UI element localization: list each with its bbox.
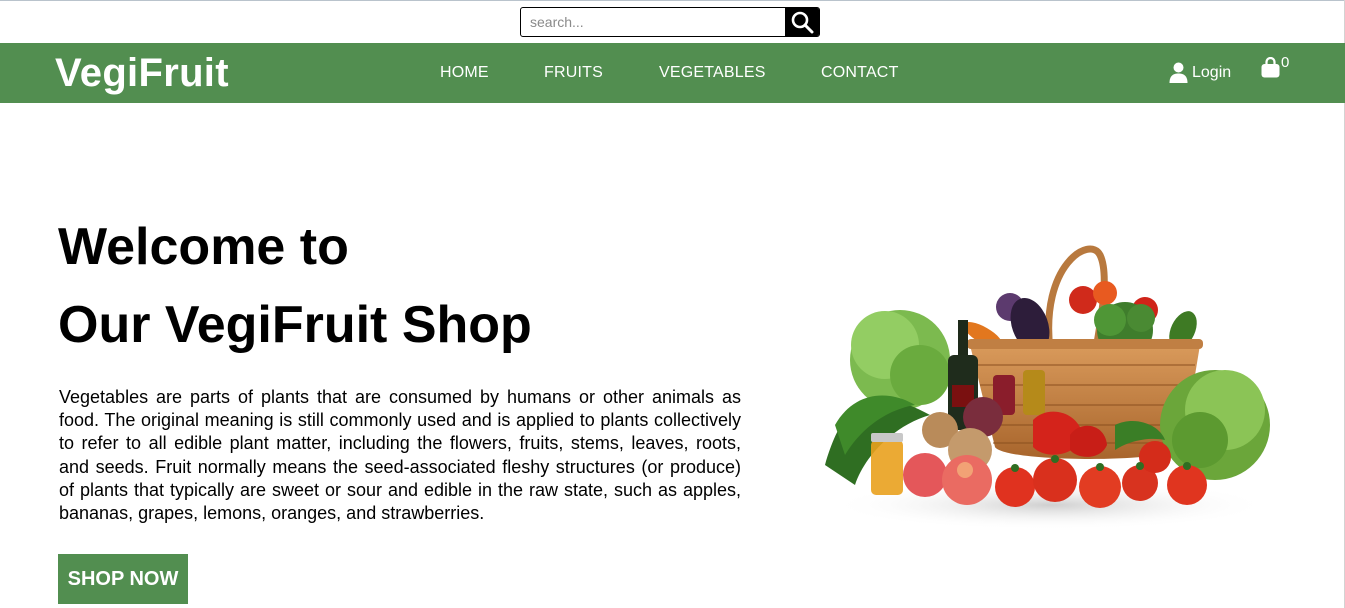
cart-count-badge: 0 xyxy=(1281,54,1290,71)
search-icon xyxy=(791,11,814,34)
login-link[interactable]: Login xyxy=(1169,59,1231,83)
shop-now-button[interactable]: SHOP NOW xyxy=(58,554,188,604)
nav-home[interactable]: HOME xyxy=(440,63,489,83)
nav-vegetables[interactable]: VEGETABLES xyxy=(659,63,766,83)
search-input[interactable] xyxy=(521,8,785,36)
hero-description: Vegetables are parts of plants that are … xyxy=(59,387,741,524)
nav-contact[interactable]: CONTACT xyxy=(821,63,899,83)
hero-title-line1: Welcome to xyxy=(58,218,349,276)
main-navbar: VegiFruit HOME FRUITS VEGETABLES CONTACT… xyxy=(0,43,1345,103)
cart-button[interactable] xyxy=(1261,56,1280,83)
vegetable-fruit-basket-image xyxy=(825,245,1270,530)
site-logo[interactable]: VegiFruit xyxy=(55,51,229,95)
login-label: Login xyxy=(1192,64,1232,81)
hero-title-line2: Our VegiFruit Shop xyxy=(58,296,532,354)
user-icon xyxy=(1169,62,1188,83)
shopping-bag-icon xyxy=(1261,56,1280,78)
search-bar xyxy=(520,7,820,37)
top-border xyxy=(0,0,1345,1)
search-button[interactable] xyxy=(785,8,819,36)
nav-fruits[interactable]: FRUITS xyxy=(544,63,603,83)
